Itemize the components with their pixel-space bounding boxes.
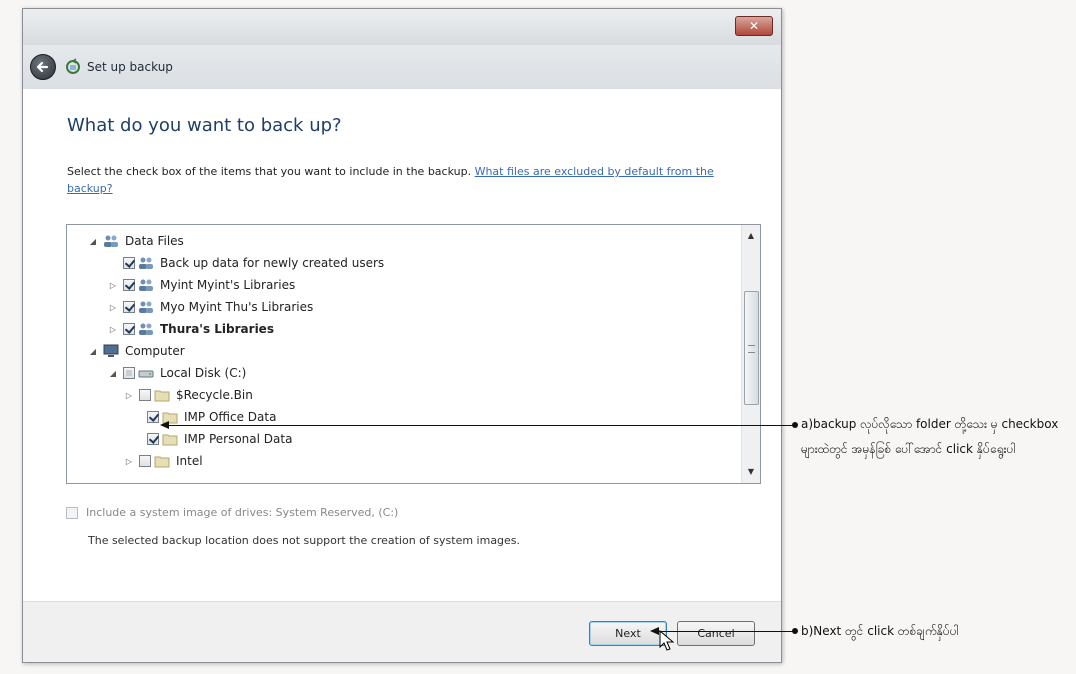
back-button[interactable] — [30, 54, 56, 80]
annotation-b-line — [658, 631, 794, 632]
expander-icon[interactable]: ▷ — [107, 281, 119, 290]
navigation-bar: Set up backup — [23, 45, 781, 89]
tree-item-label: Back up data for newly created users — [160, 256, 385, 270]
tree-item[interactable]: ◢ Computer — [87, 340, 185, 362]
tree-item[interactable]: ◢ Data Files — [87, 230, 184, 252]
expander-icon[interactable]: ▷ — [123, 457, 135, 466]
window-title: Set up backup — [87, 60, 173, 74]
folder-icon — [154, 388, 176, 402]
instructions-text: Select the check box of the items that y… — [67, 163, 737, 197]
instructions-body: Select the check box of the items that y… — [67, 165, 472, 178]
annotation-a-text: a)backup လုပ်လိုသော folder တို့သေး မှ ch… — [801, 417, 1059, 456]
scrollbar-thumb[interactable] — [744, 291, 759, 405]
tree-item-label: Thura's Libraries — [160, 322, 274, 336]
tree-item-label: Data Files — [125, 234, 184, 248]
users-icon — [138, 300, 160, 314]
tree-item[interactable]: ▷ Intel — [123, 450, 203, 472]
system-image-option[interactable]: Include a system image of drives: System… — [66, 506, 398, 519]
scroll-down-arrow-icon[interactable]: ▼ — [742, 463, 760, 481]
expander-icon[interactable]: ◢ — [107, 369, 119, 378]
item-checkbox[interactable] — [123, 367, 135, 379]
scroll-up-arrow-icon[interactable]: ▲ — [742, 227, 760, 245]
page-heading: What do you want to back up? — [67, 115, 342, 136]
backup-icon — [66, 58, 80, 74]
tree-scrollbar[interactable]: ▲ ▼ — [741, 225, 760, 483]
item-checkbox[interactable] — [147, 433, 159, 445]
expander-icon[interactable]: ▷ — [107, 303, 119, 312]
computer-icon — [103, 344, 125, 358]
expander-icon[interactable]: ▷ — [123, 391, 135, 400]
users-icon — [138, 278, 160, 292]
item-checkbox[interactable] — [147, 411, 159, 423]
tree-item-label: IMP Office Data — [184, 410, 277, 424]
system-image-label: Include a system image of drives: System… — [86, 506, 399, 519]
title-bar: ✕ — [23, 9, 781, 45]
users-icon — [138, 322, 160, 336]
tree-item-label: Intel — [176, 454, 203, 468]
item-checkbox[interactable] — [123, 279, 135, 291]
item-checkbox[interactable] — [123, 257, 135, 269]
tree-item[interactable]: ▷ Thura's Libraries — [107, 318, 274, 340]
system-image-note: The selected backup location does not su… — [88, 534, 521, 547]
backup-items-tree[interactable]: ◢ Data Files Back up data for newly create… — [66, 224, 761, 484]
expander-icon[interactable]: ◢ — [87, 237, 99, 246]
expander-icon[interactable]: ▷ — [107, 325, 119, 334]
users-icon — [103, 234, 125, 248]
tree-item-label: IMP Personal Data — [184, 432, 293, 446]
folder-icon — [154, 454, 176, 468]
tree-item-label: Myo Myint Thu's Libraries — [160, 300, 314, 314]
annotation-a-line — [168, 425, 794, 426]
drive-icon — [138, 366, 160, 380]
tree-item[interactable]: IMP Personal Data — [131, 428, 292, 450]
tree-item[interactable]: ▷ Myint Myint's Libraries — [107, 274, 295, 296]
annotation-b-dot — [792, 628, 798, 634]
tree-item-label: Local Disk (C:) — [160, 366, 247, 380]
tree-item-label: Myint Myint's Libraries — [160, 278, 296, 292]
mouse-cursor-icon — [659, 630, 675, 651]
cancel-button[interactable]: Cancel — [677, 621, 755, 646]
item-checkbox[interactable] — [123, 301, 135, 313]
item-checkbox[interactable] — [139, 455, 151, 467]
back-arrow-icon — [36, 61, 49, 73]
annotation-b-text: b)Next တွင် click တစ်ချက်နှိပ်ပါ — [801, 624, 959, 638]
tree-item[interactable]: ◢ Local Disk (C:) — [107, 362, 246, 384]
users-icon — [138, 256, 160, 270]
system-image-checkbox[interactable] — [66, 506, 78, 519]
tree-item[interactable]: Back up data for newly created users — [107, 252, 384, 274]
tree-item-label: $Recycle.Bin — [176, 388, 253, 402]
close-button[interactable]: ✕ — [735, 16, 773, 36]
tree-item[interactable]: ▷ Myo Myint Thu's Libraries — [107, 296, 313, 318]
expander-icon[interactable]: ◢ — [87, 347, 99, 356]
setup-backup-dialog: ✕ Set up backup What do you want to back… — [22, 8, 782, 663]
folder-icon — [162, 432, 184, 446]
item-checkbox[interactable] — [123, 323, 135, 335]
tree-item[interactable]: ▷ $Recycle.Bin — [123, 384, 253, 406]
tree-item-label: Computer — [125, 344, 185, 358]
item-checkbox[interactable] — [139, 389, 151, 401]
annotation-a-dot — [792, 422, 798, 428]
